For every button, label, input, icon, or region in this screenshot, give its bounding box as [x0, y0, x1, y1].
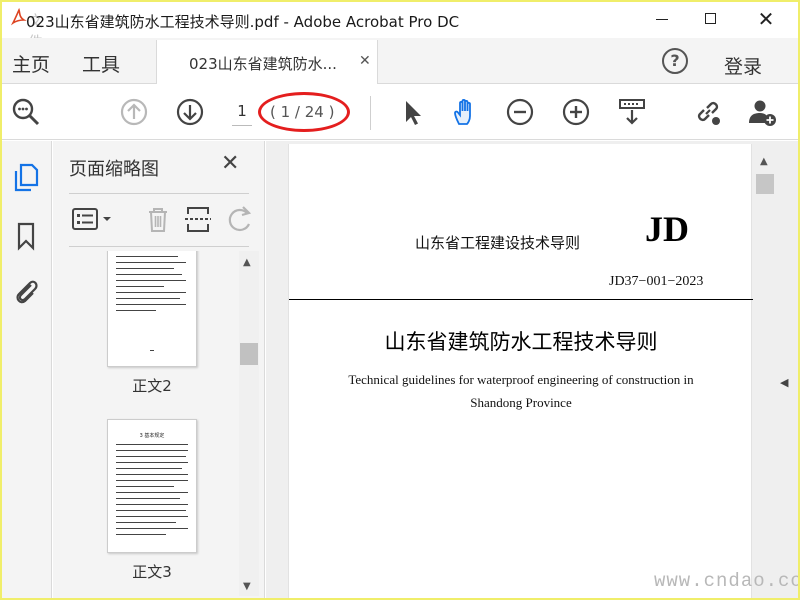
document-title-english: Technical guidelines for waterproof engi…	[348, 372, 694, 410]
previous-page-icon[interactable]	[118, 96, 150, 128]
window-title: 023山东省建筑防水工程技术导则.pdf - Adobe Acrobat Pro…	[26, 13, 460, 31]
site-watermark: www.cndao.com	[654, 570, 798, 592]
close-icon: ✕	[757, 7, 775, 31]
add-user-icon[interactable]	[746, 96, 778, 128]
thumbnail-toolbar	[69, 193, 252, 247]
select-cursor-icon[interactable]	[396, 96, 428, 128]
thumbnail-page-2[interactable]	[107, 251, 197, 367]
next-page-icon[interactable]	[174, 96, 206, 128]
scroll-down-icon[interactable]: ▼	[243, 581, 251, 592]
tab-bar: 主页 工具 023山东省建筑防水... ✕ ? 登录	[2, 38, 798, 84]
close-panel-icon[interactable]: ✕	[221, 151, 239, 176]
delete-page-icon[interactable]	[143, 204, 173, 234]
share-link-icon[interactable]	[692, 96, 724, 128]
thumbnail-page-heading: 3 基本规定	[139, 433, 165, 439]
zoom-out-icon[interactable]	[504, 96, 536, 128]
tab-document[interactable]: 023山东省建筑防水... ✕	[156, 40, 378, 84]
thumbnail-options-icon[interactable]	[71, 204, 115, 234]
close-window-button[interactable]: ✕	[742, 2, 790, 36]
toolbar: 1 ( 1 / 24 )	[2, 84, 798, 140]
document-title-chinese: 山东省建筑防水工程技术导则	[384, 330, 658, 354]
scroll-up-icon[interactable]: ▲	[243, 257, 251, 268]
attachments-icon[interactable]	[9, 275, 43, 309]
minimize-icon	[656, 18, 668, 21]
zoom-in-icon[interactable]	[560, 96, 592, 128]
hand-tool-icon[interactable]	[450, 96, 482, 128]
collapse-right-panel-icon[interactable]: ◀	[780, 376, 788, 389]
document-scrollbar[interactable]: ▲	[754, 152, 776, 598]
document-scrollbar-thumb[interactable]	[756, 174, 774, 194]
tab-tools[interactable]: 工具	[82, 50, 120, 77]
insert-page-icon[interactable]	[183, 204, 213, 234]
minimize-button[interactable]	[638, 2, 686, 36]
bookmarks-icon[interactable]	[9, 219, 43, 253]
toolbar-divider	[370, 96, 371, 130]
login-button[interactable]: 登录	[724, 52, 762, 79]
tab-home[interactable]: 主页	[12, 50, 50, 77]
standard-code: JD	[645, 209, 689, 249]
document-tab-label: 023山东省建筑防水...	[189, 55, 337, 73]
thumbnail-list[interactable]: 正文2 3 基本规定 正文3	[69, 251, 239, 596]
document-viewport[interactable]: 山东省工程建设技术导则 JD JD37−001−2023 山东省建筑防水工程技术…	[266, 141, 798, 598]
thumbnail-label-3: 正文3	[132, 563, 172, 581]
standard-series: 山东省工程建设技术导则	[415, 235, 581, 252]
document-tab-close-icon[interactable]: ✕	[359, 53, 371, 69]
standard-number: JD37−001−2023	[609, 274, 704, 289]
rotate-page-icon[interactable]	[225, 204, 255, 234]
page-count-highlight-oval	[258, 92, 350, 132]
maximize-button[interactable]	[686, 2, 734, 36]
page-thumbnails-icon[interactable]	[9, 161, 43, 195]
thumbnail-label-2: 正文2	[132, 377, 172, 395]
page-number-input[interactable]: 1	[232, 102, 252, 126]
left-rail	[2, 141, 52, 598]
thumbnail-scrollbar-thumb[interactable]	[240, 343, 258, 365]
header-rule	[289, 299, 753, 300]
help-icon[interactable]: ?	[662, 48, 688, 74]
acrobat-window: 文件 023山东省建筑防水工程技术导则.pdf - Adobe Acrobat …	[2, 2, 798, 598]
title-bar: 文件 023山东省建筑防水工程技术导则.pdf - Adobe Acrobat …	[2, 2, 798, 51]
maximize-icon	[704, 13, 716, 24]
zoom-search-icon[interactable]	[10, 96, 42, 128]
thumbnail-page-3[interactable]: 3 基本规定	[107, 419, 197, 553]
document-page: 山东省工程建设技术导则 JD JD37−001−2023 山东省建筑防水工程技术…	[288, 144, 753, 598]
thumbnails-panel: 页面缩略图 ✕ 正文2 3 基本规定 正文3 ▲ ▼	[53, 141, 265, 598]
scroll-mode-icon[interactable]	[616, 96, 648, 128]
scroll-up-icon[interactable]: ▲	[760, 156, 768, 167]
thumbnails-panel-title: 页面缩略图	[69, 159, 159, 180]
thumbnail-scrollbar[interactable]: ▲ ▼	[239, 251, 259, 596]
